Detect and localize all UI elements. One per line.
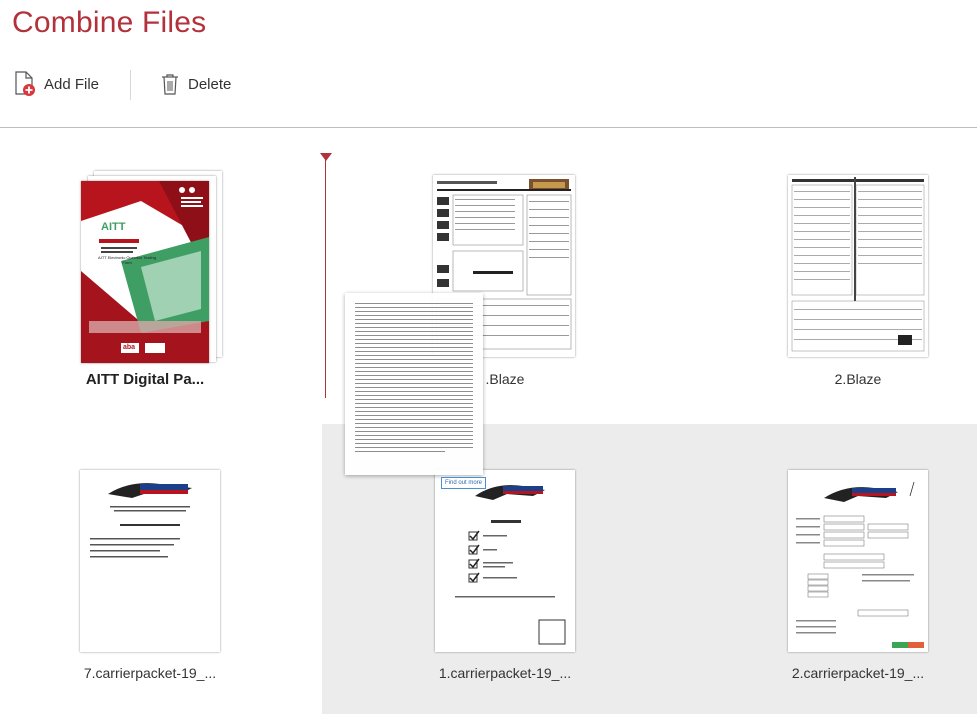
cover-brand: AITT: [101, 221, 126, 233]
document-thumbnail[interactable]: [80, 470, 220, 652]
toolbar: Add File Delete: [0, 66, 977, 106]
aitt-cover-art: [81, 181, 209, 363]
add-file-button[interactable]: Add File: [14, 66, 99, 102]
carrier-form-preview: [796, 481, 924, 648]
carrier-doc-preview: [90, 483, 192, 558]
file-tile-7-carrierpacket[interactable]: 7.carrierpacket-19_...: [50, 460, 250, 690]
toolbar-divider: [0, 127, 977, 128]
insert-marker-line: [325, 158, 326, 398]
trash-icon: [160, 73, 180, 95]
delete-label: Delete: [188, 75, 232, 93]
file-tile-2-blaze[interactable]: 2.Blaze: [758, 165, 958, 395]
add-file-icon: [14, 71, 36, 97]
document-thumbnail[interactable]: [435, 470, 575, 652]
delete-button[interactable]: Delete: [160, 66, 231, 102]
file-tile-2-carrierpacket[interactable]: 2.carrierpacket-19_...: [758, 460, 958, 690]
file-tile-1-carrierpacket[interactable]: 1.carrierpacket-19_...: [405, 460, 605, 690]
checklist-preview: [455, 485, 566, 645]
document-thumbnail[interactable]: AITT AITT Electronic Operator Testing Fo…: [81, 181, 209, 363]
file-label: 7.carrierpacket-19_...: [83, 665, 217, 681]
drag-ghost-page: [345, 293, 483, 475]
document-thumbnail[interactable]: [788, 175, 928, 357]
blaze-form-preview: [791, 177, 925, 352]
toolbar-separator: [130, 70, 131, 100]
drag-ghost-badge: Find out more: [441, 477, 487, 489]
cover-footer-logo: aba: [123, 344, 136, 351]
file-label: AITT Digital Pa...: [85, 371, 205, 388]
file-label: 1.carrierpacket-19_...: [438, 665, 572, 681]
file-label: 2.carrierpacket-19_...: [791, 665, 925, 681]
document-thumbnail[interactable]: [788, 470, 928, 652]
file-tile-aitt[interactable]: AITT AITT Electronic Operator Testing Fo…: [45, 165, 245, 395]
cover-heading: AITT Electronic Operator Testing Form: [98, 255, 156, 265]
ghost-text-preview: [355, 303, 473, 452]
file-label: 2.Blaze: [834, 371, 882, 387]
add-file-label: Add File: [44, 75, 100, 93]
insert-marker-arrow: [320, 153, 332, 161]
page-title: Combine Files: [12, 6, 207, 39]
